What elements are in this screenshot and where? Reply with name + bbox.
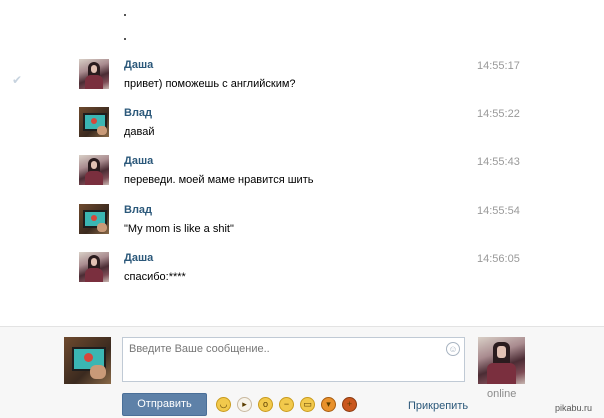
message-time: 14:55:17 [477, 60, 520, 72]
basketball-emoji-icon[interactable]: + [342, 397, 357, 412]
grin-emoji-icon[interactable]: ▭ [300, 397, 315, 412]
message-text: "My mom is like a shit" [124, 223, 234, 235]
message-text: давай [124, 126, 155, 138]
message-text: привет) поможешь с английским? [124, 78, 296, 90]
avatar[interactable] [79, 107, 109, 137]
sender-name[interactable]: Влад [124, 204, 152, 216]
message-row: Влад "My mom is like a shit" 14:55:54 [0, 204, 604, 252]
avatar[interactable] [79, 155, 109, 185]
message-time: 14:55:54 [477, 205, 520, 217]
message-time: 14:56:05 [477, 253, 520, 265]
sender-name[interactable]: Влад [124, 107, 152, 119]
chicken-emoji-icon[interactable]: ▸ [237, 397, 252, 412]
sender-name[interactable]: Даша [124, 155, 153, 167]
blush-emoji-icon[interactable]: ◡ [216, 397, 231, 412]
message-text: переведи. моей маме нравится шить [124, 174, 314, 186]
smile-icon[interactable]: ☺ [446, 342, 460, 356]
message-input[interactable]: Введите Ваше сообщение.. [122, 337, 465, 382]
unamused-emoji-icon[interactable]: − [279, 397, 294, 412]
sender-name[interactable]: Даша [124, 59, 153, 71]
send-button[interactable]: Отправить [122, 393, 207, 416]
message-row: Влад давай 14:55:22 [0, 107, 604, 155]
message-time: 14:55:43 [477, 156, 520, 168]
message-row: Даша спасибо:**** 14:56:05 [0, 252, 604, 300]
avatar[interactable] [79, 252, 109, 282]
pumpkin-emoji-icon[interactable]: ▾ [321, 397, 336, 412]
message-time: 14:55:22 [477, 108, 520, 120]
avatar[interactable] [79, 59, 109, 89]
attach-link[interactable]: Прикрепить [408, 400, 468, 412]
sender-name[interactable]: Даша [124, 252, 153, 264]
watermark: pikabu.ru [555, 403, 593, 413]
check-icon: ✔ [12, 73, 23, 87]
surprised-emoji-icon[interactable]: o [258, 397, 273, 412]
avatar[interactable] [79, 204, 109, 234]
message-history: ✔ Даша привет) поможешь с английским? 14… [0, 0, 604, 326]
message-input-placeholder: Введите Ваше сообщение.. [129, 343, 270, 355]
peer-avatar[interactable] [478, 337, 525, 384]
message-row: ✔ Даша привет) поможешь с английским? 14… [0, 59, 604, 107]
message-composer: Введите Ваше сообщение.. ☺ online Отправ… [0, 326, 604, 418]
message-text: спасибо:**** [124, 271, 186, 283]
my-avatar[interactable] [64, 337, 111, 384]
message-row: Даша переведи. моей маме нравится шить 1… [0, 155, 604, 203]
online-status: online [487, 388, 517, 400]
